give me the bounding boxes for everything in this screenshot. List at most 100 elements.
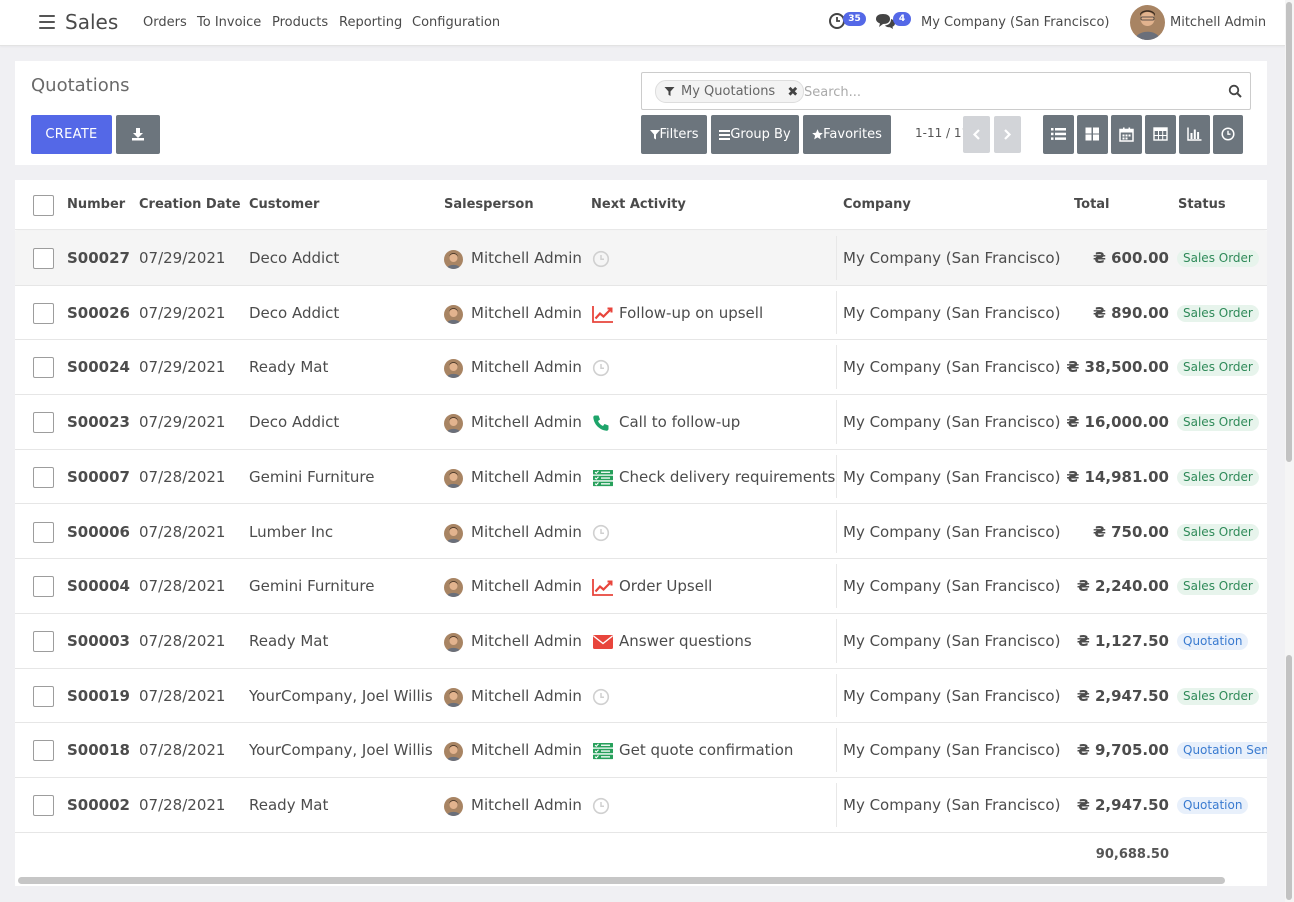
order-number: S00018	[67, 741, 130, 760]
row-checkbox[interactable]	[33, 521, 54, 543]
row-checkbox[interactable]	[33, 302, 54, 324]
table-row[interactable]: S00019 07/28/2021 YourCompany, Joel Willis…	[15, 669, 1267, 724]
column-status[interactable]: Status	[1178, 197, 1226, 212]
clock-icon[interactable]	[592, 524, 610, 546]
favorites-button[interactable]: Favorites	[803, 115, 891, 154]
table-row[interactable]: S00004 07/28/2021 Gemini Furniture Mitchell…	[15, 559, 1267, 614]
salesperson-name: Mitchell Admin	[471, 577, 582, 596]
search-icon[interactable]	[1228, 84, 1242, 98]
menu-configuration[interactable]: Configuration	[412, 15, 500, 30]
row-checkbox[interactable]	[33, 685, 54, 707]
customer-name: Deco Addict	[249, 303, 340, 322]
filters-label: Filters	[659, 127, 699, 142]
row-checkbox[interactable]	[33, 357, 54, 379]
column-divider	[836, 345, 837, 390]
row-checkbox[interactable]	[33, 576, 54, 598]
customer-name: Deco Addict	[249, 249, 340, 267]
graph-view-button[interactable]	[1179, 115, 1210, 154]
clock-icon[interactable]	[592, 688, 610, 710]
column-divider	[836, 728, 837, 772]
table-row[interactable]: S00003 07/28/2021 Ready Mat Mitchell Admin A…	[15, 614, 1267, 669]
menu-orders[interactable]: Orders	[143, 15, 187, 30]
upsell-chart-icon[interactable]	[592, 305, 614, 327]
group-by-button[interactable]: Group By	[711, 115, 799, 154]
table-row[interactable]: S00018 07/28/2021 YourCompany, Joel Willis…	[15, 723, 1267, 778]
creation-date: 07/29/2021	[139, 358, 226, 377]
table-row[interactable]: S00027 07/29/2021 Deco Addict Mitchell Admi…	[15, 231, 1267, 286]
search-input[interactable]	[804, 81, 1224, 103]
app-name[interactable]: Sales	[65, 10, 118, 34]
activity-view-button[interactable]	[1213, 115, 1243, 154]
search-bar[interactable]: My Quotations ✖	[641, 72, 1251, 110]
salesperson-avatar	[444, 414, 463, 434]
phone-icon[interactable]	[592, 414, 610, 436]
filters-button[interactable]: Filters	[641, 115, 707, 154]
group-by-label: Group By	[730, 127, 791, 142]
table-row[interactable]: S00007 07/28/2021 Gemini Furniture Mitchell…	[15, 450, 1267, 505]
row-checkbox[interactable]	[33, 248, 54, 269]
pager-next-button[interactable]	[994, 116, 1021, 153]
user-name[interactable]: Mitchell Admin	[1170, 15, 1266, 30]
customer-name: Gemini Furniture	[249, 467, 375, 486]
table-row[interactable]: S00006 07/28/2021 Lumber Inc Mitchell Admin…	[15, 505, 1267, 560]
company-switcher[interactable]: My Company (San Francisco)	[921, 15, 1109, 30]
user-avatar[interactable]	[1130, 5, 1165, 40]
menu-products[interactable]: Products	[272, 15, 328, 30]
kanban-view-button[interactable]	[1077, 115, 1108, 154]
email-icon[interactable]	[592, 633, 614, 655]
menu-reporting[interactable]: Reporting	[339, 15, 402, 30]
row-checkbox[interactable]	[33, 795, 54, 816]
remove-facet-icon[interactable]: ✖	[787, 82, 798, 103]
status-badge: Sales Order	[1177, 468, 1259, 486]
column-next-activity[interactable]: Next Activity	[591, 197, 686, 212]
table-row[interactable]: S00026 07/29/2021 Deco Addict Mitchell Admi…	[15, 286, 1267, 341]
next-activity-summary[interactable]: Call to follow-up	[619, 413, 862, 431]
column-customer[interactable]: Customer	[249, 197, 319, 212]
top-navbar: Sales Orders To Invoice Products Reporti…	[0, 0, 1285, 46]
column-salesperson[interactable]: Salesperson	[444, 197, 534, 212]
clock-icon[interactable]	[592, 359, 610, 381]
table-row[interactable]: S00024 07/29/2021 Ready Mat Mitchell Admin M…	[15, 340, 1267, 396]
next-activity-summary[interactable]: Check delivery requirements	[619, 468, 862, 486]
column-total[interactable]: Total	[1074, 197, 1110, 212]
next-activity-summary[interactable]: Get quote confirmation	[619, 741, 862, 759]
next-activity-summary[interactable]: Follow-up on upsell	[619, 304, 862, 322]
column-creation-date[interactable]: Creation Date	[139, 197, 241, 212]
row-checkbox[interactable]	[33, 466, 54, 488]
pager-value[interactable]: 1-11 / 11	[915, 126, 969, 140]
salesperson-name: Mitchell Admin	[471, 303, 582, 322]
vertical-scrollbar-thumb[interactable]	[1286, 2, 1292, 462]
column-number[interactable]: Number	[67, 197, 125, 212]
creation-date: 07/29/2021	[139, 249, 226, 267]
order-number: S00006	[67, 522, 130, 541]
row-checkbox[interactable]	[33, 630, 54, 652]
list-view-icon	[1051, 128, 1066, 140]
next-activity-summary[interactable]: Answer questions	[619, 632, 862, 650]
clock-icon[interactable]	[592, 250, 610, 272]
upsell-chart-icon[interactable]	[592, 578, 614, 600]
pager-previous-button[interactable]	[963, 116, 990, 153]
create-button[interactable]: CREATE	[31, 115, 112, 154]
status-badge: Sales Order	[1177, 523, 1259, 541]
horizontal-scrollbar[interactable]	[18, 877, 1225, 884]
row-checkbox[interactable]	[33, 740, 54, 762]
column-company[interactable]: Company	[843, 197, 911, 212]
download-button[interactable]	[116, 115, 160, 154]
order-total: ₴ 2,947.50	[1076, 686, 1169, 705]
tasks-icon[interactable]	[592, 742, 614, 764]
row-checkbox[interactable]	[33, 412, 54, 434]
clock-icon[interactable]	[592, 797, 610, 819]
calendar-view-button[interactable]	[1111, 115, 1142, 154]
list-view-button[interactable]	[1043, 115, 1074, 154]
menu-to-invoice[interactable]: To Invoice	[197, 15, 261, 30]
apps-menu-icon[interactable]	[39, 15, 55, 29]
table-row[interactable]: S00023 07/29/2021 Deco Addict Mitchell Admi…	[15, 395, 1267, 450]
next-activity-summary[interactable]: Order Upsell	[619, 577, 862, 595]
tasks-icon[interactable]	[592, 469, 614, 491]
salesperson-avatar	[444, 632, 463, 652]
select-all-checkbox[interactable]	[33, 195, 54, 216]
vertical-scrollbar-thumb-lower[interactable]	[1286, 655, 1292, 900]
search-facet-my-quotations[interactable]: My Quotations ✖	[655, 80, 805, 103]
pivot-view-button[interactable]	[1145, 115, 1176, 154]
table-row[interactable]: S00002 07/28/2021 Ready Mat Mitchell Admin M…	[15, 778, 1267, 833]
